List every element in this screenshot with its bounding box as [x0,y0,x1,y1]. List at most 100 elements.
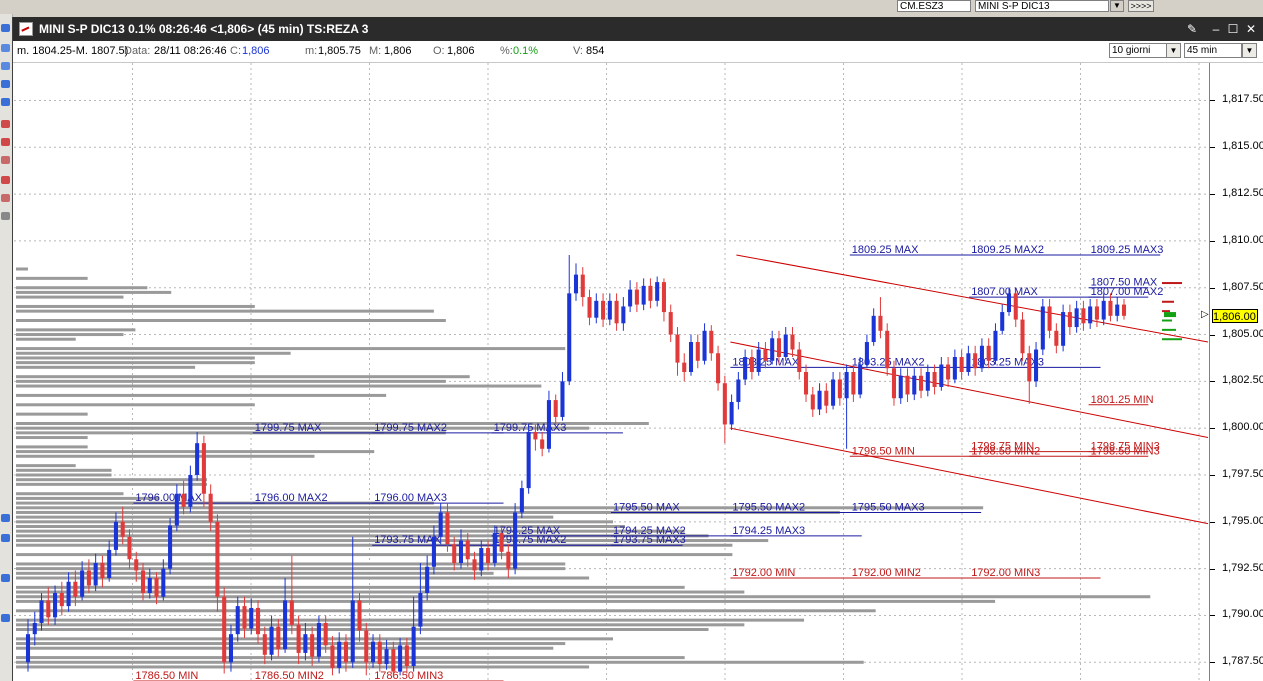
candle-body [533,431,538,440]
line-tool-icon[interactable] [1,44,10,52]
note-tool-icon[interactable] [1,194,10,202]
candle-body [113,521,118,550]
candle-body [59,592,64,607]
volume-profile-bar [16,295,124,299]
candle-body [695,342,700,361]
candle-body [736,379,741,402]
go-button[interactable]: >>>> [1128,0,1154,12]
candle-body [255,607,261,635]
axis-tick-mark [1210,475,1215,476]
book-depth-bar [1162,338,1182,341]
candle-body [391,649,396,672]
level-label: 1795.50 MAX2 [732,501,805,513]
candle-body [979,345,984,369]
close-icon[interactable]: ✕ [1244,21,1258,37]
interval-dropdown-icon[interactable]: ▼ [1242,43,1257,58]
candle-body [404,645,409,667]
candle-body [716,353,721,384]
report-tool-icon[interactable] [1,156,10,164]
scroll-tool-icon[interactable] [1,534,10,542]
level-label: 1798.50 MIN [852,445,915,457]
volume-profile-bar [16,286,148,290]
price-chart-area[interactable]: 1809.25 MAX 1809.25 MAX2 1809.25 MAX3 1807.… [14,63,1208,681]
candle-body [932,372,937,387]
candle-body [215,521,220,597]
candle-body [127,536,132,560]
volume-profile-bar [16,337,76,341]
candle-body [289,600,294,625]
level-label: 1807.00 MAX [971,286,1038,298]
pan-tool-icon[interactable] [1,614,10,622]
level-label: 1801.25 MIN [1091,394,1154,406]
period-dropdown-icon[interactable]: ▼ [1166,43,1181,58]
settings-tool-icon[interactable] [1,212,10,220]
mark-tool-icon[interactable] [1,176,10,184]
candle-body [641,285,646,305]
interval-select[interactable]: 45 min [1184,43,1242,58]
volume-profile-bar [16,468,112,472]
minimize-icon[interactable]: – [1209,21,1223,37]
candle-body [993,330,998,361]
book-depth-bar [1162,300,1174,303]
axis-tick-mark [1210,615,1215,617]
axis-tick-label: 1,815.00 [1222,140,1263,153]
level-label: 1793.75 MAX [374,534,441,546]
volume-profile-bar [16,637,613,641]
candle-body [952,357,957,380]
volume-profile-bar [16,520,613,524]
candle-body [580,274,585,298]
candle-body [831,379,836,406]
candle-body [858,364,863,395]
candle-body [1067,312,1072,328]
candle-body [371,641,376,663]
candle-body [973,353,978,369]
volume-profile-bar [16,609,876,613]
volume-profile-bar [16,660,864,664]
candle-body [668,312,673,335]
nav-tool-icon[interactable] [1,514,10,522]
candlestick-chart[interactable]: 1809.25 MAX 1809.25 MAX2 1809.25 MAX3 1807.… [14,63,1208,681]
level-label: 1795.50 MAX [613,501,680,513]
candle-body [330,645,335,668]
volume-profile-bar [16,361,255,365]
period-select[interactable]: 10 giorni [1109,43,1167,58]
circle-tool-icon[interactable] [1,98,10,106]
candle-body [1101,300,1106,320]
instrument-dropdown-icon[interactable]: ▼ [1110,0,1124,12]
candle-body [783,334,788,358]
axis-tick-mark [1210,521,1215,523]
volume-profile-bar [16,309,434,313]
axis-tick-label: 1,812.50 [1222,187,1263,200]
trend-tool-icon[interactable] [1,62,10,70]
price-axis[interactable]: 1,787.50 1,790.00 1,792.50 1,795.00 1,797.50… [1201,63,1263,681]
candle-body [492,533,497,564]
zoom-tool-icon[interactable] [1,80,10,88]
indicator-tool-icon[interactable] [1,120,10,128]
candle-body [188,475,193,507]
candle-body [885,330,890,369]
cursor-tool-icon[interactable] [1,24,10,32]
candle-body [655,282,660,301]
candle-body [100,563,105,578]
candle-body [966,353,971,372]
level-label: 1786.50 MIN [135,670,198,681]
volume-profile-bar [16,618,805,622]
alert-tool-icon[interactable] [1,138,10,146]
high-label: M: [369,45,382,57]
candle-body [377,641,382,665]
maximize-icon[interactable]: ☐ [1226,21,1240,37]
candle-body [810,394,815,410]
candle-body [709,330,714,354]
instrument-select[interactable]: MINI S-P DIC13 [975,0,1109,12]
grid-tool-icon[interactable] [1,574,10,582]
candle-body [499,533,504,552]
book-depth-bar [1162,282,1182,285]
candle-body [343,641,349,663]
volume-profile-bar [16,356,255,360]
candle-body [817,390,822,410]
symbol-code-field[interactable]: CM.ESZ3 [897,0,971,12]
pin-icon[interactable]: ✎ [1185,21,1199,37]
candle-body [722,383,727,425]
volume-profile-bar [16,515,554,519]
candle-body [25,634,31,663]
